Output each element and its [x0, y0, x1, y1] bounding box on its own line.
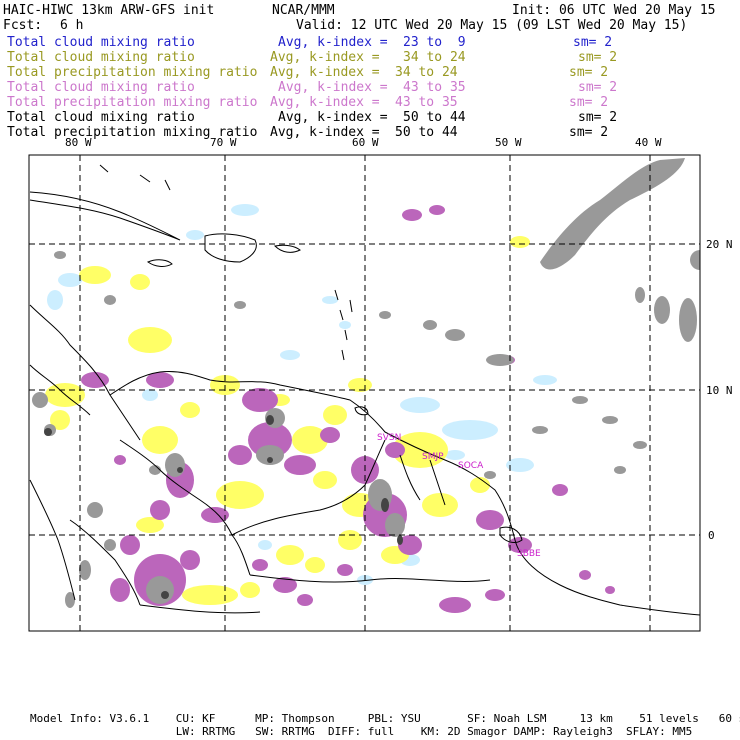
lon-label-60w: 60 W — [352, 136, 379, 149]
lon-label-50w: 50 W — [495, 136, 522, 149]
lat-label-20n: 20 N — [706, 238, 733, 251]
station-soca: SOCA — [458, 461, 484, 471]
lat-label-10n: 10 N — [706, 384, 733, 397]
model-info-line-2: LW: RRTMG SW: RRTMG DIFF: full KM: 2D Sm… — [30, 725, 693, 738]
weather-map: 80 W 70 W 60 W 50 W 40 W 20 N 10 N 0 SVS… — [28, 136, 733, 632]
lon-label-40w: 40 W — [635, 136, 662, 149]
station-svsn: SVSN — [377, 433, 401, 443]
lat-label-0: 0 — [708, 529, 715, 542]
lon-label-80w: 80 W — [65, 136, 92, 149]
yellow-mixing-patches — [45, 236, 530, 605]
model-info-line-1: Model Info: V3.6.1 CU: KF MP: Thompson P… — [30, 712, 740, 725]
station-sbbe: SBBE — [517, 549, 541, 559]
station-smjp: SMJP — [422, 452, 444, 462]
lon-label-70w: 70 W — [210, 136, 237, 149]
field-layer — [29, 155, 700, 631]
light-blue-cloud-patches — [47, 204, 557, 585]
lat-lon-grid — [29, 155, 700, 631]
